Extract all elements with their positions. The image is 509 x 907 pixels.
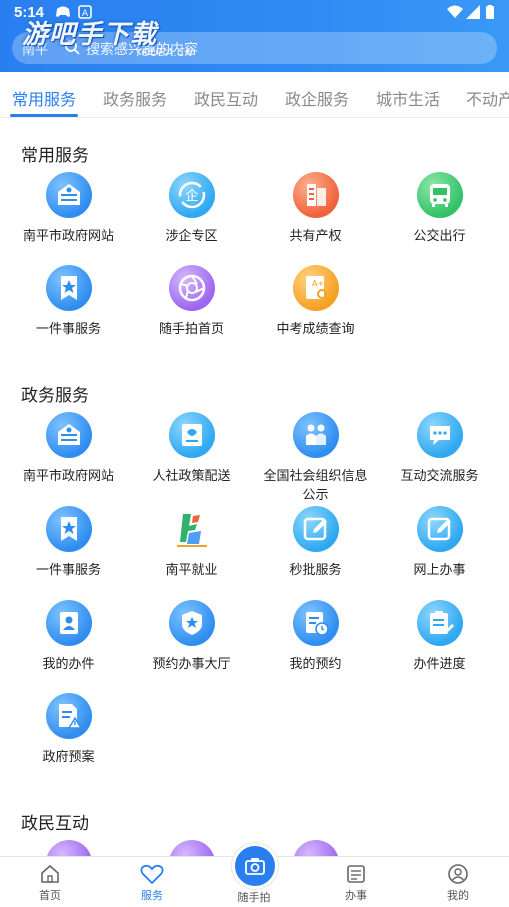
service-item[interactable]: 一件事服务 bbox=[5, 265, 132, 339]
badge-icon bbox=[168, 600, 215, 646]
user-card-icon bbox=[45, 600, 92, 646]
edit-icon bbox=[292, 506, 339, 552]
profile-icon bbox=[448, 864, 468, 884]
header-bar: 5:14 A 南平 搜索感兴趣的内容 游吧手下载 YOUBA.CN bbox=[0, 0, 509, 72]
section-title-common: 常用服务 bbox=[21, 146, 89, 166]
star-bookmark-icon bbox=[45, 506, 92, 552]
tab-city-life[interactable]: 城市生活 bbox=[376, 86, 440, 110]
service-label: 南平市政府网站 bbox=[22, 229, 114, 244]
service-item[interactable]: A+ 中考成绩查询 bbox=[252, 265, 379, 339]
service-label: 一件事服务 bbox=[35, 563, 101, 578]
camera-button[interactable] bbox=[232, 843, 278, 889]
service-label: 政府预案 bbox=[42, 750, 95, 765]
svg-text:企: 企 bbox=[185, 188, 198, 204]
service-label: 一件事服务 bbox=[35, 322, 101, 337]
service-label: 网上办事 bbox=[413, 563, 466, 578]
service-item[interactable]: 全国社会组织信息公示 bbox=[252, 412, 379, 505]
service-label: 办件进度 bbox=[413, 657, 466, 672]
service-item[interactable]: 互动交流服务 bbox=[376, 412, 503, 486]
nav-services[interactable]: 服务 bbox=[102, 857, 202, 907]
service-item[interactable]: 我的办件 bbox=[5, 600, 132, 674]
exam-search-icon: A+ bbox=[292, 265, 339, 311]
calendar-clock-icon bbox=[292, 600, 339, 646]
svg-text:A+: A+ bbox=[312, 279, 324, 288]
service-label: 人社政策配送 bbox=[152, 469, 231, 484]
service-item[interactable]: 南平就业 bbox=[128, 506, 255, 580]
heart-icon bbox=[140, 864, 164, 885]
service-label: 公交出行 bbox=[413, 229, 466, 244]
service-item[interactable]: 企 涉企专区 bbox=[128, 172, 255, 246]
camera-icon bbox=[245, 858, 265, 875]
nav-label: 首页 bbox=[39, 889, 61, 902]
service-label: 南平市政府网站 bbox=[22, 469, 114, 484]
watermark-sub: YOUBA.CN bbox=[135, 46, 193, 59]
active-tab-indicator bbox=[10, 114, 78, 117]
service-item[interactable]: 南平市政府网站 bbox=[5, 412, 132, 486]
service-item[interactable]: 网上办事 bbox=[376, 506, 503, 580]
nav-label: 我的 bbox=[447, 889, 469, 902]
service-label: 互动交流服务 bbox=[400, 469, 479, 484]
service-item[interactable]: 政府预案 bbox=[5, 693, 132, 767]
edit-icon bbox=[416, 506, 463, 552]
chat-icon bbox=[416, 412, 463, 458]
policy-icon bbox=[168, 412, 215, 458]
service-item[interactable]: 人社政策配送 bbox=[128, 412, 255, 486]
home-icon bbox=[41, 864, 59, 883]
service-item[interactable]: 南平市政府网站 bbox=[5, 172, 132, 246]
service-label: 预约办事大厅 bbox=[152, 657, 231, 672]
organization-icon bbox=[292, 412, 339, 458]
service-label: 共有产权 bbox=[289, 229, 342, 244]
battery-icon bbox=[486, 5, 494, 23]
nav-profile[interactable]: 我的 bbox=[408, 857, 508, 907]
nav-label: 随手拍 bbox=[237, 891, 271, 904]
tab-enterprise[interactable]: 政企服务 bbox=[285, 86, 349, 110]
service-label: 涉企专区 bbox=[165, 229, 218, 244]
section-title-gov: 政务服务 bbox=[21, 386, 89, 406]
cell-signal-icon bbox=[466, 5, 480, 23]
tab-gov-services[interactable]: 政务服务 bbox=[103, 86, 167, 110]
nav-home[interactable]: 首页 bbox=[0, 857, 100, 907]
category-tabs: 常用服务 政务服务 政民互动 政企服务 城市生活 不动产 bbox=[0, 72, 509, 118]
section-title-interaction: 政民互动 bbox=[21, 814, 89, 834]
wifi-icon bbox=[447, 5, 463, 23]
tab-real-estate[interactable]: 不动产 bbox=[466, 86, 509, 110]
nav-label: 服务 bbox=[141, 889, 163, 902]
service-item[interactable]: 随手拍首页 bbox=[128, 265, 255, 339]
star-bookmark-icon bbox=[45, 265, 92, 311]
service-item[interactable]: 共有产权 bbox=[252, 172, 379, 246]
nav-label: 办事 bbox=[345, 889, 367, 902]
service-item[interactable]: 预约办事大厅 bbox=[128, 600, 255, 674]
task-list-icon bbox=[347, 865, 365, 883]
employment-logo-icon bbox=[169, 506, 215, 552]
service-item[interactable]: 公交出行 bbox=[376, 172, 503, 246]
aperture-icon bbox=[168, 265, 215, 311]
government-building-icon bbox=[45, 412, 92, 458]
service-label: 随手拍首页 bbox=[158, 322, 224, 337]
service-label: 中考成绩查询 bbox=[276, 322, 355, 337]
service-item[interactable]: 一件事服务 bbox=[5, 506, 132, 580]
building-icon bbox=[292, 172, 339, 218]
service-label: 全国社会组织信息公示 bbox=[263, 469, 368, 503]
service-label: 南平就业 bbox=[165, 563, 218, 578]
nav-tasks[interactable]: 办事 bbox=[306, 857, 406, 907]
bus-icon bbox=[416, 172, 463, 218]
tab-interaction[interactable]: 政民互动 bbox=[194, 86, 258, 110]
tab-common-services[interactable]: 常用服务 bbox=[12, 86, 76, 110]
government-building-icon bbox=[45, 172, 92, 218]
service-label: 我的办件 bbox=[42, 657, 95, 672]
service-label: 秒批服务 bbox=[289, 563, 342, 578]
clipboard-pen-icon bbox=[416, 600, 463, 646]
service-label: 我的预约 bbox=[289, 657, 342, 672]
enterprise-icon: 企 bbox=[168, 172, 215, 218]
document-warning-icon bbox=[45, 693, 92, 739]
service-item[interactable]: 我的预约 bbox=[252, 600, 379, 674]
service-item[interactable]: 办件进度 bbox=[376, 600, 503, 674]
service-item[interactable]: 秒批服务 bbox=[252, 506, 379, 580]
